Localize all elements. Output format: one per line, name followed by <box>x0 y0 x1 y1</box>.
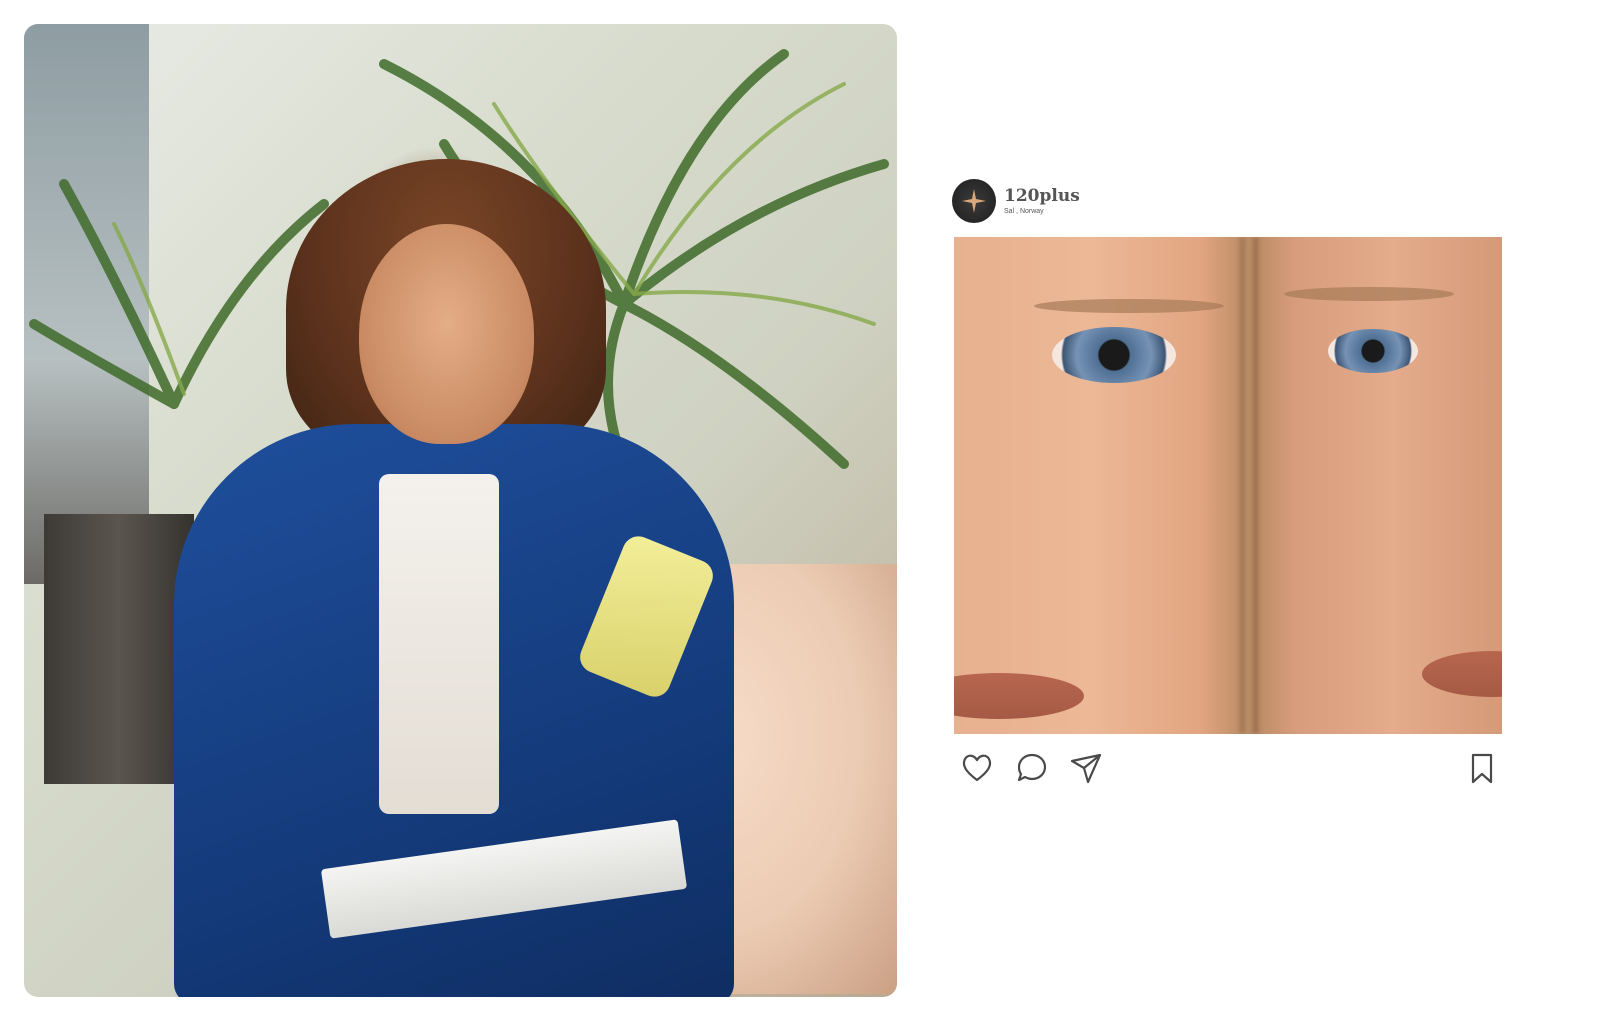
comment-icon <box>1017 753 1047 782</box>
social-post: 120plus Sal , Norway <box>946 168 1534 818</box>
two-faces-photo <box>954 237 1502 734</box>
faces-divider <box>1240 237 1258 734</box>
heart-icon <box>962 754 992 782</box>
like-button[interactable] <box>959 750 995 786</box>
white-shirt <box>379 474 499 814</box>
woman-with-phone-photo <box>24 24 897 997</box>
left-brow <box>1034 299 1224 313</box>
send-icon <box>1070 753 1102 784</box>
comment-button[interactable] <box>1014 750 1050 786</box>
avatar[interactable] <box>952 179 996 223</box>
sparkle-icon <box>962 189 986 213</box>
right-lips <box>1422 651 1502 697</box>
share-button[interactable] <box>1068 750 1104 786</box>
left-eye <box>1052 327 1176 383</box>
save-button[interactable] <box>1464 750 1500 786</box>
post-header: 120plus Sal , Norway <box>952 178 1080 224</box>
face <box>359 224 534 444</box>
left-lips <box>954 673 1084 719</box>
right-brow <box>1284 287 1454 301</box>
account-handle[interactable]: 120plus <box>1004 187 1080 205</box>
account-info: 120plus Sal , Norway <box>1004 187 1080 215</box>
bookmark-icon <box>1471 753 1493 784</box>
plant-pot <box>44 514 194 784</box>
right-eye <box>1328 329 1418 373</box>
post-location[interactable]: Sal , Norway <box>1004 208 1080 215</box>
post-actions <box>946 744 1506 788</box>
